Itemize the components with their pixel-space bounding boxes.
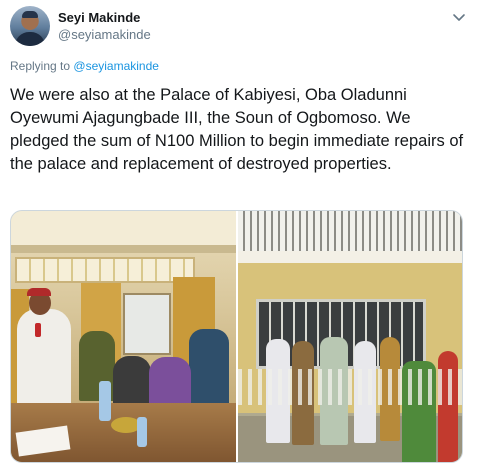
avatar[interactable]: [10, 6, 50, 46]
tweet-card: Seyi Makinde @seyiamakinde Replying to @…: [0, 0, 481, 470]
avatar-cap-shape: [22, 11, 38, 18]
photo-palace-exterior[interactable]: [238, 211, 462, 462]
author-handle[interactable]: @seyiamakinde: [58, 27, 151, 42]
replying-to: Replying to @seyiamakinde: [10, 59, 159, 73]
chevron-down-icon[interactable]: [451, 9, 467, 25]
replying-to-link[interactable]: @seyiamakinde: [73, 59, 159, 73]
author-name[interactable]: Seyi Makinde: [58, 10, 140, 25]
avatar-robe-shape: [15, 32, 45, 46]
replying-to-label: Replying to: [10, 59, 71, 73]
tweet-text: We were also at the Palace of Kabiyesi, …: [10, 86, 464, 173]
photo-palace-meeting[interactable]: [11, 211, 236, 462]
media-grid: [10, 210, 463, 463]
